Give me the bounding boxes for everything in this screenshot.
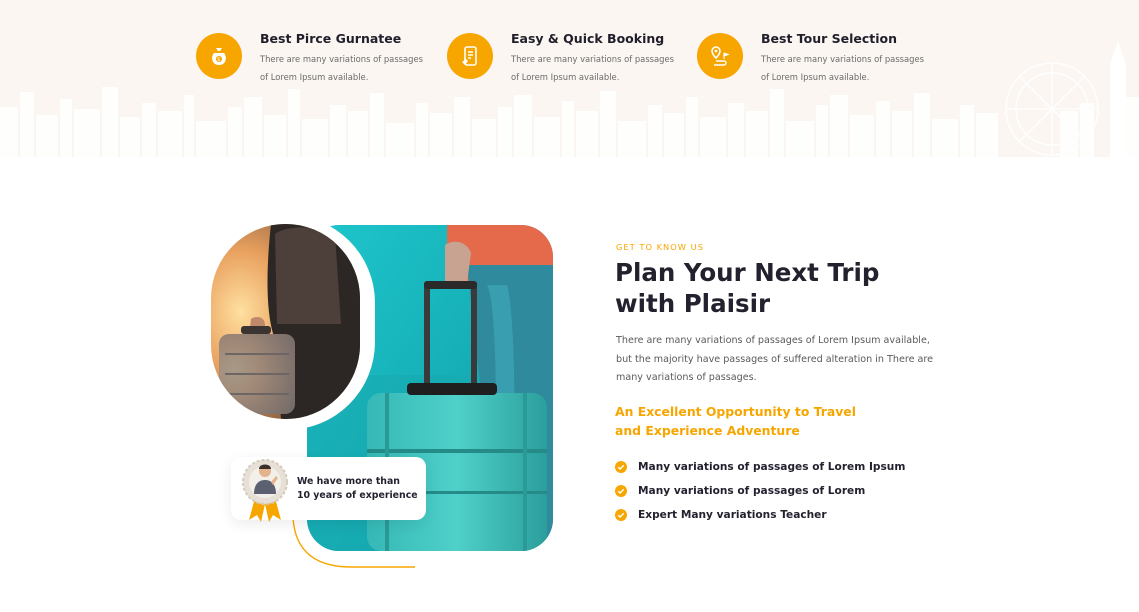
feature-description: There are many variations of passages of… <box>511 54 675 82</box>
experience-badge: We have more than 10 years of experience <box>231 457 426 522</box>
feature-tour: Best Tour Selection There are many varia… <box>697 31 931 86</box>
about-section: We have more than 10 years of experience… <box>0 157 1139 612</box>
experience-line-1: We have more than <box>297 475 400 487</box>
money-bag-icon: $ <box>196 33 242 79</box>
check-circle-icon <box>615 485 627 497</box>
feature-description: There are many variations of passages of… <box>260 54 424 82</box>
svg-text:$: $ <box>217 57 220 63</box>
feature-price: $ Best Pirce Gurnatee There are many var… <box>196 31 430 86</box>
section-tag: GET TO KNOW US <box>616 242 704 252</box>
booking-phone-icon <box>447 33 493 79</box>
list-item: Many variations of passages of Lorem Ips… <box>615 455 905 479</box>
section-subheading: An Excellent Opportunity to Travel and E… <box>615 404 856 438</box>
map-route-icon <box>697 33 743 79</box>
traveler-sunset-image <box>211 224 360 419</box>
feature-title: Best Pirce Gurnatee <box>260 31 402 46</box>
feature-list: Many variations of passages of Lorem Ips… <box>615 455 905 527</box>
list-item: Many variations of passages of Lorem <box>615 479 905 503</box>
feature-title: Easy & Quick Booking <box>511 31 665 46</box>
check-circle-icon <box>615 509 627 521</box>
section-paragraph: There are many variations of passages of… <box>616 335 934 384</box>
list-item-text: Many variations of passages of Lorem Ips… <box>638 461 906 473</box>
check-circle-icon <box>615 461 627 473</box>
list-item: Expert Many variations Teacher <box>615 503 905 527</box>
feature-title: Best Tour Selection <box>761 31 898 46</box>
features-strip: $ Best Pirce Gurnatee There are many var… <box>0 0 1139 157</box>
award-medal-icon <box>242 458 288 522</box>
feature-description: There are many variations of passages of… <box>761 54 925 82</box>
section-heading: Plan Your Next Trip with Plaisir <box>615 258 880 318</box>
list-item-text: Many variations of passages of Lorem <box>638 485 866 497</box>
experience-line-2: 10 years of experience <box>297 489 418 501</box>
feature-booking: Easy & Quick Booking There are many vari… <box>447 31 681 86</box>
list-item-text: Expert Many variations Teacher <box>638 509 827 521</box>
experience-text: We have more than 10 years of experience <box>297 475 418 503</box>
